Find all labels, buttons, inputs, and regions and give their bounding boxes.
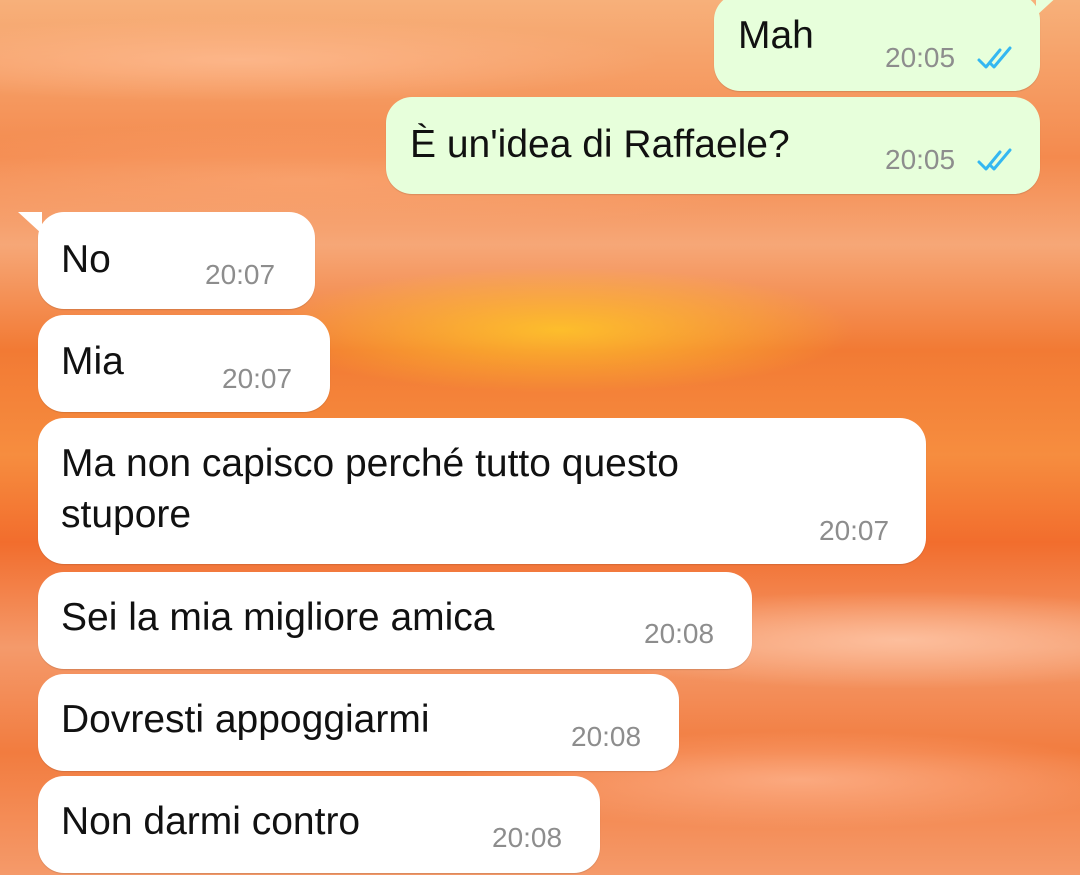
message-bubble-incoming[interactable]: Mia 20:07 bbox=[38, 315, 330, 412]
bubble-tail bbox=[18, 212, 42, 234]
message-time: 20:07 bbox=[222, 363, 293, 394]
message-time: 20:05 bbox=[885, 144, 956, 175]
message-time: 20:07 bbox=[819, 515, 890, 546]
message-time: 20:08 bbox=[492, 822, 563, 853]
message-text: È un'idea di Raffaele? bbox=[410, 123, 790, 166]
message-bubble-outgoing[interactable]: È un'idea di Raffaele? 20:05 bbox=[386, 97, 1040, 194]
message-text: Mia bbox=[61, 340, 124, 383]
message-text-line-2: stupore bbox=[61, 493, 192, 536]
message-text: Non darmi contro bbox=[61, 800, 361, 843]
message-text: Mah bbox=[738, 14, 814, 57]
message-time: 20:05 bbox=[885, 42, 956, 73]
message-time: 20:07 bbox=[205, 259, 276, 290]
message-text: Sei la mia migliore amica bbox=[61, 596, 495, 639]
message-text: Dovresti appoggiarmi bbox=[61, 698, 430, 741]
message-text-line-1: Ma non capisco perché tutto questo bbox=[61, 442, 679, 485]
message-time: 20:08 bbox=[644, 618, 715, 649]
message-time: 20:08 bbox=[571, 721, 642, 752]
message-bubble-outgoing[interactable]: Mah 20:05 bbox=[714, 0, 1060, 91]
message-bubble-incoming[interactable]: Ma non capisco perché tutto questo stupo… bbox=[38, 418, 926, 564]
read-double-check-icon bbox=[977, 46, 1012, 69]
message-bubble-incoming[interactable]: Non darmi contro 20:08 bbox=[38, 776, 600, 873]
message-text: No bbox=[61, 238, 111, 281]
message-bubble-incoming[interactable]: No 20:07 bbox=[18, 212, 315, 309]
bubble-tail bbox=[1036, 0, 1060, 16]
message-bubble-incoming[interactable]: Sei la mia migliore amica 20:08 bbox=[38, 572, 752, 669]
read-double-check-icon bbox=[977, 148, 1012, 171]
message-bubble-incoming[interactable]: Dovresti appoggiarmi 20:08 bbox=[38, 674, 679, 771]
